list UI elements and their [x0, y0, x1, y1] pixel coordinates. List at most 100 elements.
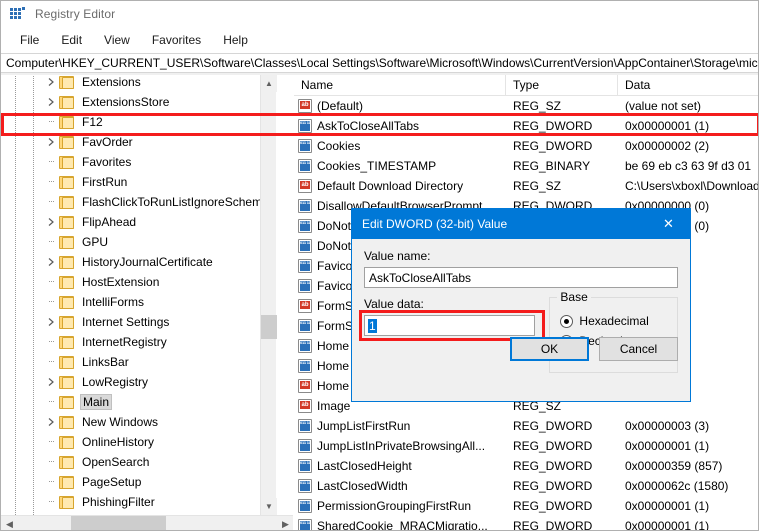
edit-dword-dialog: Edit DWORD (32-bit) Value ✕ Value name: … — [351, 208, 691, 402]
chevron-right-icon[interactable] — [46, 317, 56, 327]
close-icon[interactable]: ✕ — [647, 209, 690, 239]
tree-item-pagesetup[interactable]: PageSetup — [1, 472, 277, 492]
tree-vertical-scrollbar[interactable]: ▲ ▼ — [260, 75, 277, 515]
tree-item-internet-settings[interactable]: Internet Settings — [1, 312, 277, 332]
tree-guide-line — [15, 492, 16, 512]
tree-item-firstrun[interactable]: FirstRun — [1, 172, 277, 192]
tree-guide-line — [15, 372, 16, 392]
tree-item-opensearch[interactable]: OpenSearch — [1, 452, 277, 472]
window-title: Registry Editor — [35, 7, 116, 21]
tree-item-favorites[interactable]: Favorites — [1, 152, 277, 172]
value-data-input[interactable]: 1 — [364, 315, 536, 336]
chevron-right-icon[interactable] — [46, 257, 56, 267]
tree-item-hostextension[interactable]: HostExtension — [1, 272, 277, 292]
table-row[interactable]: 011 110 LastClosedHeight REG_DWORD 0x000003… — [294, 456, 758, 476]
table-row[interactable]: 011 110 JumpListInPrivateBrowsingAll... RE… — [294, 436, 758, 456]
value-name-text: Cookies — [317, 139, 361, 153]
tree-vertical-scroll-thumb[interactable] — [261, 315, 277, 339]
tree-item-extensions[interactable]: Extensions — [1, 75, 277, 92]
tree-item-favorder[interactable]: FavOrder — [1, 132, 277, 152]
address-bar[interactable]: Computer\HKEY_CURRENT_USER\Software\Clas… — [1, 53, 758, 73]
tree-item-intelliforms[interactable]: IntelliForms — [1, 292, 277, 312]
tree-guide-line — [15, 392, 16, 412]
chevron-right-icon[interactable] — [46, 217, 56, 227]
tree-item-flipahead[interactable]: FlipAhead — [1, 212, 277, 232]
tree-item-internetregistry[interactable]: InternetRegistry — [1, 332, 277, 352]
tree-item-lowregistry[interactable]: LowRegistry — [1, 372, 277, 392]
folder-icon — [59, 75, 74, 89]
column-header-name[interactable]: Name — [294, 75, 506, 95]
tree-item-f12[interactable]: F12 — [1, 112, 277, 132]
cell-data: 0x0000062c (1580) — [625, 479, 729, 493]
radio-hexadecimal[interactable]: Hexadecimal — [550, 314, 677, 328]
column-header-data[interactable]: Data — [618, 75, 758, 95]
table-row[interactable]: 011 110 Cookies_TIMESTAMP REG_BINARY be 69 … — [294, 156, 758, 176]
folder-icon — [59, 135, 74, 149]
tree-item-onlinehistory[interactable]: OnlineHistory — [1, 432, 277, 452]
value-name-text: (Default) — [317, 99, 364, 113]
tree-item-label: FlashClickToRunListIgnoreScheme — [82, 195, 269, 209]
table-row[interactable]: 011 110 LastClosedWidth REG_DWORD 0x0000062… — [294, 476, 758, 496]
tree-guide-line — [33, 472, 34, 492]
folder-icon — [59, 95, 74, 109]
menu-view[interactable]: View — [93, 30, 141, 50]
dword-value-icon: 011 110 — [298, 159, 312, 173]
menu-file[interactable]: File — [9, 30, 50, 50]
tree-item-new-windows[interactable]: New Windows — [1, 412, 277, 432]
dword-value-icon: 011 110 — [298, 279, 312, 293]
value-icon-glyph: ab — [300, 381, 310, 389]
tree-scroll-right-button[interactable]: ▶ — [277, 516, 293, 531]
tree-item-gpu[interactable]: GPU — [1, 232, 277, 252]
value-name-input[interactable]: AskToCloseAllTabs — [364, 267, 678, 288]
dword-value-icon: 011 110 — [298, 219, 312, 233]
chevron-right-icon[interactable] — [46, 417, 56, 427]
tree-horizontal-track[interactable] — [18, 515, 277, 530]
cell-type: REG_SZ — [513, 179, 562, 193]
cell-name: ab (Default) — [294, 99, 506, 113]
table-row[interactable]: 011 110 Cookies REG_DWORD 0x00000002 (2) — [294, 136, 758, 156]
tree-scroll-left-button[interactable]: ◀ — [1, 516, 18, 531]
value-name-text: Image — [317, 399, 351, 413]
chevron-right-icon[interactable] — [46, 97, 56, 107]
menu-help[interactable]: Help — [212, 30, 259, 50]
tree-item-phishingfilter[interactable]: PhishingFilter — [1, 492, 277, 512]
tree-leaf-marker — [49, 121, 55, 122]
folder-icon — [59, 475, 74, 489]
table-row[interactable]: 011 110 JumpListFirstRun REG_DWORD 0x000000… — [294, 416, 758, 436]
tree-guide-line — [33, 412, 34, 432]
table-row[interactable]: 011 110 SharedCookie_MRACMigratio... REG_D… — [294, 516, 758, 530]
chevron-right-icon[interactable] — [46, 77, 56, 87]
table-row[interactable]: ab (Default) REG_SZ (value not set) — [294, 96, 758, 116]
tree-scroll-down-button[interactable]: ▼ — [261, 498, 277, 515]
tree-item-historyjournalcertificate[interactable]: HistoryJournalCertificate — [1, 252, 277, 272]
tree-item-label: F12 — [82, 115, 103, 129]
column-header-type[interactable]: Type — [506, 75, 618, 95]
registry-editor-window: Registry Editor File Edit View Favorites… — [0, 0, 759, 531]
tree-root: Extensions ExtensionsStore F12 FavOrder Favo… — [1, 75, 277, 515]
tree-leaf-marker — [49, 301, 55, 302]
tree-horizontal-scrollbar[interactable]: ◀ ▶ — [1, 515, 293, 531]
value-icon-glyph: ab — [300, 181, 310, 189]
tree-item-linksbar[interactable]: LinksBar — [1, 352, 277, 372]
tree-item-main[interactable]: Main — [1, 392, 277, 412]
chevron-right-icon[interactable] — [46, 137, 56, 147]
table-row[interactable]: ab Default Download Directory REG_SZ C:\Use… — [294, 176, 758, 196]
cancel-button[interactable]: Cancel — [599, 337, 678, 361]
menu-edit[interactable]: Edit — [50, 30, 93, 50]
ok-button[interactable]: OK — [510, 337, 589, 361]
tree-item-flashclicktorunlistignorescheme[interactable]: FlashClickToRunListIgnoreScheme — [1, 192, 277, 212]
table-row[interactable]: 011 110 AskToCloseAllTabs REG_DWORD 0x00000… — [294, 116, 758, 136]
tree-item-label: LowRegistry — [82, 375, 149, 389]
tree-guide-line — [15, 412, 16, 432]
tree-scroll-up-button[interactable]: ▲ — [261, 75, 277, 92]
tree-horizontal-scroll-thumb[interactable] — [71, 515, 166, 530]
chevron-right-icon[interactable] — [46, 377, 56, 387]
menu-favorites[interactable]: Favorites — [141, 30, 212, 50]
cell-name: 011 110 LastClosedWidth — [294, 479, 506, 493]
tree-guide-line — [33, 232, 34, 252]
table-row[interactable]: 011 110 PermissionGroupingFirstRun REG_DWO… — [294, 496, 758, 516]
value-icon-glyph: ab — [300, 101, 310, 109]
folder-icon — [59, 455, 74, 469]
value-icon-glyph: 011 110 — [300, 500, 311, 511]
tree-item-extensionsstore[interactable]: ExtensionsStore — [1, 92, 277, 112]
